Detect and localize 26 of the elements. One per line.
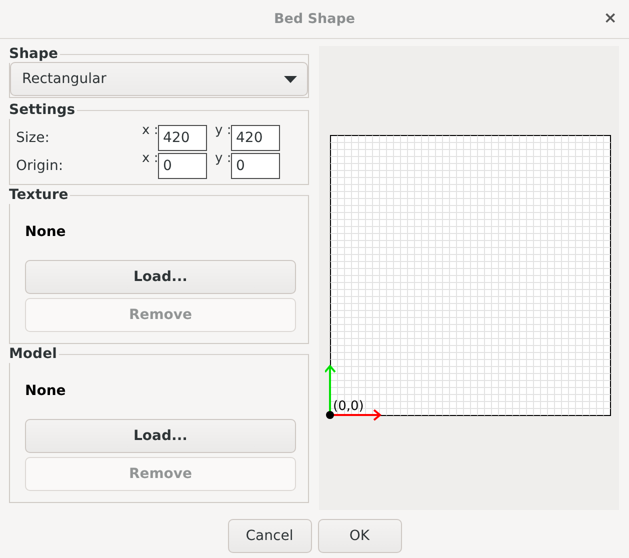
y-input-field[interactable]: 420 (231, 125, 280, 151)
file-name: None (24, 223, 67, 242)
group-label: Model (9, 346, 58, 363)
x-input-field[interactable]: 0 (158, 153, 207, 179)
cancel-button[interactable]: Cancel (228, 519, 312, 553)
field-label: Size: (16, 130, 50, 146)
x-input-field[interactable]: 420 (158, 125, 207, 151)
shape-dropdown[interactable]: Rectangular (10, 62, 308, 96)
group-label: Settings (9, 102, 76, 119)
field-label: Origin: (16, 158, 64, 174)
axis-label: y : (215, 151, 231, 166)
axis-label: y : (215, 123, 231, 138)
y-input-field[interactable]: 0 (231, 153, 280, 179)
origin-label: (0,0) (333, 399, 364, 414)
close-button[interactable]: × (604, 8, 617, 27)
ok-button[interactable]: OK (318, 519, 402, 553)
file-name: None (24, 382, 67, 401)
window-title: Bed Shape (274, 11, 356, 27)
axis-label: x : (142, 151, 158, 166)
load-button[interactable]: Load... (25, 419, 296, 453)
load-button[interactable]: Load... (25, 260, 296, 294)
origin-dot (326, 411, 334, 419)
axis-label: x : (142, 123, 158, 138)
group-label: Shape (9, 46, 60, 63)
caret-icon (284, 76, 297, 82)
group-label: Texture (9, 187, 70, 204)
